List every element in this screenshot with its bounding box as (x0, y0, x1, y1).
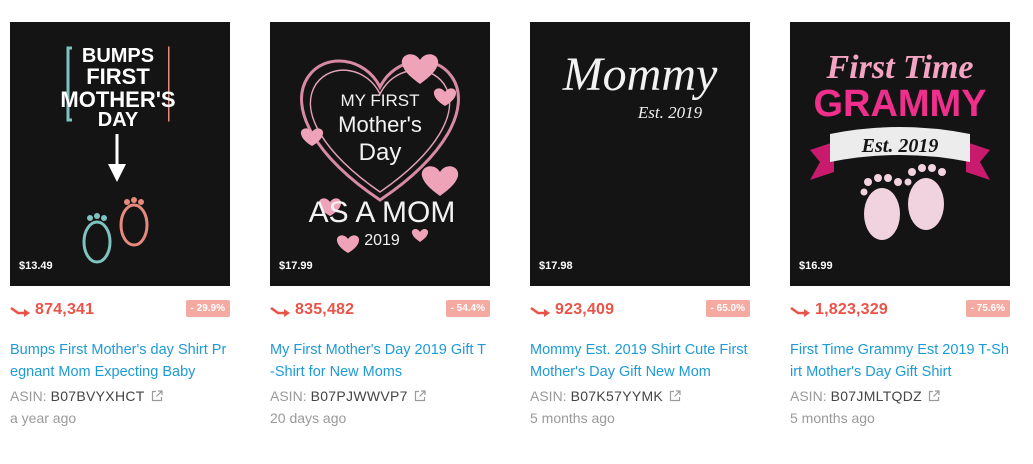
product-card: MY FIRST Mother's Day AS A MOM 2019 $17.… (270, 22, 490, 428)
product-title-link[interactable]: Mommy Est. 2019 Shirt Cute First Mother'… (530, 339, 750, 383)
art-text: First Time (825, 49, 973, 86)
rank-row: 835,482 - 54.4% (270, 300, 490, 324)
product-title-link[interactable]: My First Mother's Day 2019 Gift T-Shirt … (270, 339, 490, 383)
product-image[interactable]: First Time GRAMMY Est. 2019 $16.99 (790, 22, 1010, 286)
art-text: Mommy (562, 48, 718, 101)
sales-rank: 874,341 (35, 301, 95, 318)
asin-label: ASIN: (790, 388, 827, 404)
asin-row: ASIN: B07BVYXHCT (10, 386, 230, 406)
external-link-icon[interactable] (669, 390, 681, 402)
asin-value: B07PJWWVP7 (310, 388, 408, 404)
listing-age: 5 months ago (790, 410, 875, 426)
price-label: $17.99 (279, 260, 313, 272)
asin-value: B07BVYXHCT (50, 388, 145, 404)
shirt-design-art: First Time GRAMMY Est. 2019 (810, 49, 990, 240)
product-card: Mommy Est. 2019 $17.98 923,409 - 65.0% M… (530, 22, 750, 428)
external-link-icon[interactable] (151, 390, 163, 402)
product-card: First Time GRAMMY Est. 2019 $16.99 1,823… (790, 22, 1010, 428)
change-badge: - 75.6% (965, 300, 1010, 317)
sales-rank: 835,482 (295, 301, 355, 318)
art-text: FIRST (86, 64, 150, 89)
product-card: BUMPS FIRST MOTHER'S DAY $13.49 874,341 … (10, 22, 230, 428)
external-link-icon[interactable] (928, 390, 940, 402)
external-link-icon[interactable] (414, 390, 426, 402)
sales-rank: 923,409 (555, 301, 615, 318)
art-text: MY FIRST (340, 91, 419, 110)
art-text: DAY (98, 109, 139, 131)
art-text: AS A MOM (309, 196, 456, 229)
art-text: Est. 2019 (861, 135, 939, 157)
trend-arrow-icon (270, 306, 290, 317)
sales-rank: 1,823,329 (815, 301, 888, 318)
change-badge: - 29.9% (185, 300, 230, 317)
art-text: GRAMMY (813, 83, 986, 125)
product-image[interactable]: BUMPS FIRST MOTHER'S DAY $13.49 (10, 22, 230, 286)
listing-age: a year ago (10, 410, 77, 426)
change-badge: - 65.0% (705, 300, 750, 317)
product-title-link[interactable]: Bumps First Mother's day Shirt Pregnant … (10, 339, 230, 383)
art-text: 2019 (364, 232, 400, 249)
price-label: $16.99 (799, 260, 833, 272)
listing-age: 5 months ago (530, 410, 615, 426)
asin-row: ASIN: B07K57YYMK (530, 386, 750, 406)
product-image[interactable]: Mommy Est. 2019 $17.98 (530, 22, 750, 286)
shirt-design-art: MY FIRST Mother's Day AS A MOM 2019 (300, 54, 460, 253)
asin-label: ASIN: (270, 388, 307, 404)
asin-row: ASIN: B07JMLTQDZ (790, 386, 1010, 406)
trend-arrow-icon (530, 306, 550, 317)
listing-age: 20 days ago (270, 410, 347, 426)
art-text: Mother's (338, 112, 422, 137)
asin-value: B07K57YYMK (570, 388, 664, 404)
trend-arrow-icon (790, 306, 810, 317)
rank-row: 1,823,329 - 75.6% (790, 300, 1010, 324)
asin-label: ASIN: (10, 388, 47, 404)
shirt-design-art: BUMPS FIRST MOTHER'S DAY (60, 42, 176, 264)
asin-label: ASIN: (530, 388, 567, 404)
price-label: $17.98 (539, 260, 573, 272)
art-text: Est. 2019 (637, 103, 703, 122)
asin-value: B07JMLTQDZ (830, 388, 923, 404)
art-text: Day (359, 139, 402, 166)
trend-arrow-icon (10, 306, 30, 317)
rank-row: 874,341 - 29.9% (10, 300, 230, 324)
asin-row: ASIN: B07PJWWVP7 (270, 386, 490, 406)
rank-row: 923,409 - 65.0% (530, 300, 750, 324)
shirt-design-art: Mommy Est. 2019 (562, 48, 718, 122)
product-image[interactable]: MY FIRST Mother's Day AS A MOM 2019 $17.… (270, 22, 490, 286)
price-label: $13.49 (19, 260, 53, 272)
change-badge: - 54.4% (445, 300, 490, 317)
product-title-link[interactable]: First Time Grammy Est 2019 T-Shirt Mothe… (790, 339, 1010, 383)
